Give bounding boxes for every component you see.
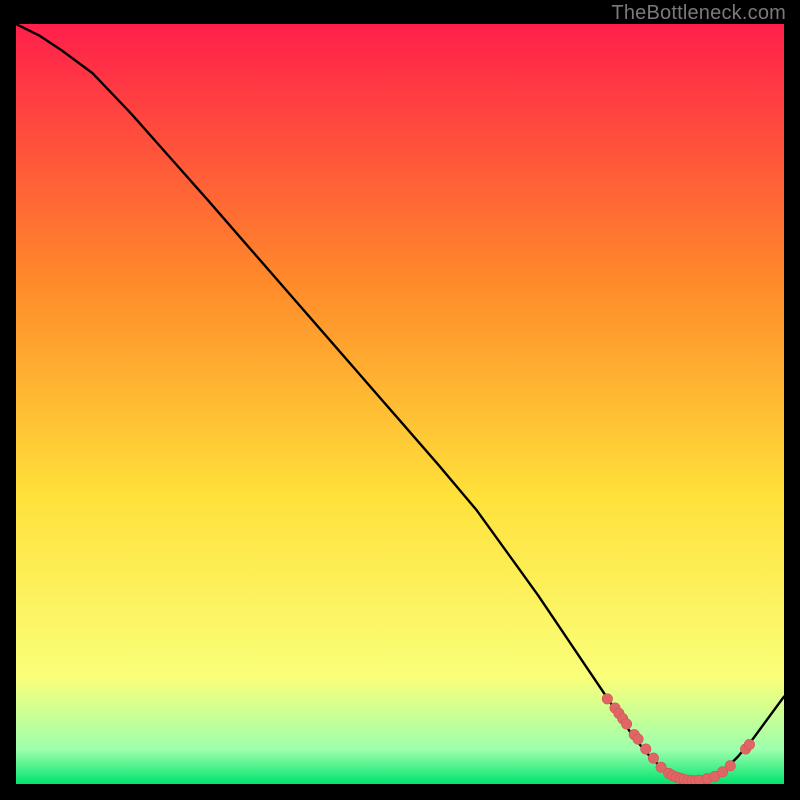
data-dot (602, 694, 612, 704)
data-dot (621, 719, 631, 729)
data-dot (633, 734, 643, 744)
plot-area (16, 24, 784, 784)
chart-stage: TheBottleneck.com (0, 0, 800, 800)
watermark-text: TheBottleneck.com (611, 2, 786, 25)
chart-svg (16, 24, 784, 784)
data-dot (648, 753, 658, 763)
data-dot (641, 744, 651, 754)
data-dot (725, 761, 735, 771)
gradient-background (16, 24, 784, 784)
data-dot (744, 739, 754, 749)
